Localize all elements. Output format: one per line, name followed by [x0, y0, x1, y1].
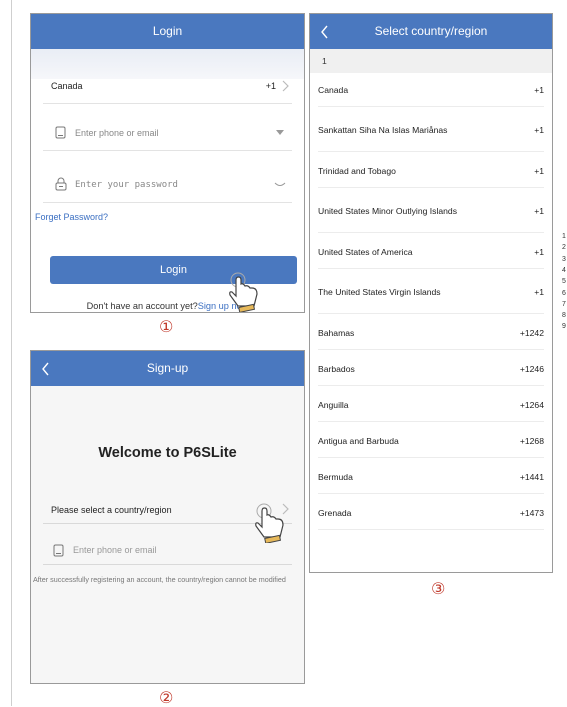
- country-name: Barbados: [318, 363, 355, 374]
- hand-pointer-icon: [229, 272, 258, 312]
- section-header-label: 1: [322, 56, 327, 66]
- password-placeholder: Enter your password: [75, 180, 178, 190]
- country-code: +1: [534, 84, 544, 95]
- welcome-heading: Welcome to P6SLite: [98, 445, 237, 461]
- country-row[interactable]: Grenada +1473: [318, 496, 544, 530]
- signup-app-bar: Sign-up: [31, 351, 304, 386]
- country-name: Sankattan Siha Na Islas Mariånas: [318, 125, 448, 135]
- chevron-right-icon: [282, 80, 289, 92]
- country-name: Bahamas: [318, 327, 355, 338]
- index-item[interactable]: 2: [562, 244, 566, 251]
- phone-email-input[interactable]: Enter phone or email: [43, 116, 292, 151]
- country-row[interactable]: Trinidad and Tobago +1: [318, 154, 544, 188]
- country-name: Antigua and Barbuda: [318, 435, 399, 446]
- index-item[interactable]: 6: [562, 290, 566, 297]
- country-list: Canada +1 Sankattan Siha Na Islas Mariånas…: [310, 73, 552, 572]
- country-select-app-bar: Select country/region: [310, 14, 552, 49]
- country-select-title: Select country/region: [374, 24, 488, 38]
- login-screen: Login Canada +1 Enter phone or email Ent…: [30, 13, 305, 313]
- country-code: +1473: [519, 507, 544, 518]
- country-row[interactable]: Sankattan Siha Na Islas Mariånas +1: [318, 109, 544, 152]
- country-name: Anguilla: [318, 399, 349, 410]
- step-label-1: ①: [159, 317, 174, 336]
- country-row[interactable]: Canada +1: [43, 69, 292, 104]
- country-row[interactable]: Canada +1: [318, 73, 544, 107]
- country-name: Grenada: [318, 507, 352, 518]
- country-code: +1242: [519, 327, 544, 338]
- password-input[interactable]: Enter your password: [43, 168, 292, 203]
- country-name: United States of America: [318, 246, 413, 257]
- index-item[interactable]: 5: [562, 278, 566, 285]
- phone-icon: [53, 544, 64, 557]
- country-code: +1441: [519, 471, 544, 482]
- login-button-label: Login: [160, 264, 187, 276]
- login-title: Login: [152, 24, 183, 38]
- country-name: Bermuda: [318, 471, 353, 482]
- country-row[interactable]: Anguilla +1264: [318, 388, 544, 422]
- index-item[interactable]: 8: [562, 312, 566, 319]
- hand-pointer-icon: [255, 503, 284, 543]
- country-code: +1: [265, 81, 276, 91]
- country-row[interactable]: Bahamas +1242: [318, 316, 544, 350]
- country-code: +1268: [519, 435, 544, 446]
- country-code: +1: [534, 165, 544, 176]
- index-item[interactable]: 3: [562, 256, 566, 263]
- index-item[interactable]: 4: [562, 267, 566, 274]
- signup-title: Sign-up: [146, 361, 189, 375]
- country-row[interactable]: Barbados +1246: [318, 352, 544, 386]
- country-select-screen: Select country/region 1 Canada +1 Sankatta…: [309, 13, 553, 573]
- country-code: +1: [534, 125, 544, 135]
- country-row[interactable]: United States Minor Outlying Islands +1: [318, 190, 544, 233]
- no-account-text: Don't have an account yet?: [86, 301, 198, 311]
- country-name: United States Minor Outlying Islands: [318, 206, 457, 216]
- login-app-bar: Login: [31, 14, 304, 49]
- step-label-3: ③: [431, 579, 446, 598]
- country-code: +1: [534, 287, 544, 297]
- phone-icon: [55, 126, 66, 139]
- country-code: +1246: [519, 363, 544, 374]
- country-row[interactable]: United States of America +1: [318, 235, 544, 269]
- country-name: Trinidad and Tobago: [318, 165, 396, 176]
- index-item[interactable]: 7: [562, 301, 566, 308]
- section-header: 1: [310, 49, 552, 73]
- index-item[interactable]: 9: [562, 323, 566, 330]
- country-row[interactable]: Antigua and Barbuda +1268: [318, 424, 544, 458]
- country-immutable-note: After successfully registering an accoun…: [33, 575, 286, 584]
- signup-phone-placeholder: Enter phone or email: [73, 545, 157, 555]
- country-row[interactable]: The United States Virgin Islands +1: [318, 271, 544, 314]
- select-country-label: Please select a country/region: [51, 505, 172, 515]
- index-item[interactable]: 1: [562, 233, 566, 240]
- forget-password-link[interactable]: Forget Password?: [35, 212, 108, 222]
- country-code: +1264: [519, 399, 544, 410]
- step-label-2: ②: [159, 688, 174, 707]
- country-code: +1: [534, 206, 544, 216]
- page-left-rule: [11, 0, 12, 706]
- country-name: The United States Virgin Islands: [318, 287, 441, 297]
- phone-email-placeholder: Enter phone or email: [75, 128, 159, 138]
- country-row[interactable]: Bermuda +1441: [318, 460, 544, 494]
- dropdown-triangle-icon[interactable]: [276, 130, 284, 136]
- signup-screen: Sign-up Welcome to P6SLite Please select…: [30, 350, 305, 684]
- country-code: +1: [534, 246, 544, 257]
- eye-closed-icon[interactable]: [274, 182, 286, 188]
- country-name: Canada: [318, 84, 349, 95]
- lock-icon: [55, 177, 67, 191]
- country-name: Canada: [51, 81, 83, 91]
